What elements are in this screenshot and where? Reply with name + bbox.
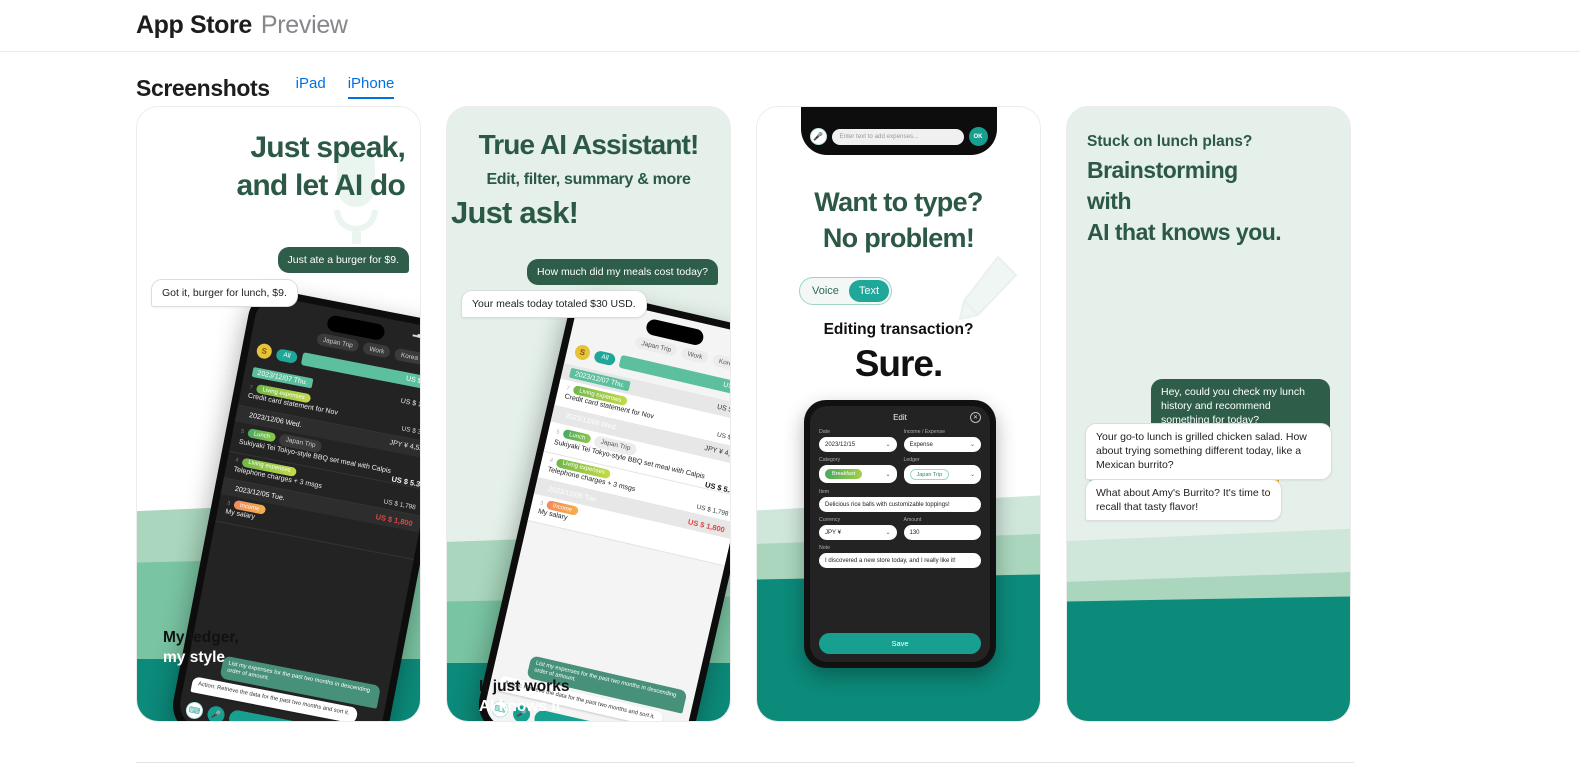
toggle-option-text[interactable]: Text	[848, 280, 890, 302]
screenshot-card-2[interactable]: True AI Assistant! Edit, filter, summary…	[446, 106, 731, 722]
filter-all-chip[interactable]: All	[593, 349, 617, 366]
chat-bubble-assistant: Got it, burger for lunch, $9.	[151, 279, 298, 308]
field-label-note: Note	[819, 545, 830, 551]
expense-text-input[interactable]: Enter text to add expenses...	[831, 128, 964, 145]
field-date[interactable]: 2023/12/15 ⌄	[819, 437, 897, 452]
card1-footer: My ledger, my style	[163, 629, 239, 667]
pencil-icon	[958, 255, 1018, 321]
field-label-income-expense: Income / Expense	[903, 429, 946, 435]
tab-ipad[interactable]: iPad	[296, 75, 326, 99]
card3-big-word: Sure.	[854, 343, 944, 384]
category-chip: Breakfast	[825, 469, 863, 479]
wave-dark	[1067, 596, 1350, 721]
field-label-category: Category	[819, 457, 841, 463]
close-icon[interactable]: ✕	[970, 412, 981, 423]
field-currency[interactable]: JPY ¥ ⌄	[819, 525, 897, 540]
chevron-down-icon: ⌄	[885, 471, 891, 478]
section-divider	[136, 762, 1354, 763]
card2-headline-3: Just ask!	[451, 195, 579, 230]
screenshot-card-3[interactable]: 🎤 Enter text to add expenses... OK Want …	[756, 106, 1041, 722]
account-avatar[interactable]: S	[573, 343, 592, 362]
keyboard-icon[interactable]: ⌨	[184, 700, 205, 720]
card2-headline-1: True AI Assistant!	[478, 129, 700, 160]
card3-subheadline: Editing transaction?	[823, 321, 974, 338]
card3-headline: Want to type? No problem!	[814, 187, 983, 253]
mic-icon[interactable]: 🎤	[206, 704, 227, 721]
phone-mockup-top: 🎤 Enter text to add expenses... OK	[800, 107, 997, 155]
card4-headline-big: Brainstorming with AI that knows you.	[1087, 157, 1282, 246]
phone-mockup-light: ▂▄▆ ◤ ▭ Japan Trip Work Korea Trip S All…	[472, 286, 730, 721]
preview-label: Preview	[260, 11, 348, 39]
screenshot-card-4[interactable]: Stuck on lunch plans? Brainstorming with…	[1066, 106, 1351, 722]
chat-bubble-user: Just ate a burger for $9.	[277, 247, 409, 274]
chevron-down-icon: ⌄	[969, 442, 975, 448]
toggle-option-voice[interactable]: Voice	[802, 280, 849, 302]
card2-footer: It just works AI knows it	[479, 678, 570, 716]
field-label-currency: Currency	[819, 517, 841, 523]
tag-chip[interactable]: Work	[680, 346, 710, 365]
tag-chip[interactable]: Korea Trip	[393, 347, 420, 368]
field-category[interactable]: Breakfast ⌄	[819, 465, 897, 483]
chat-bubble-assistant: What about Amy's Burrito? It's time to r…	[1085, 479, 1282, 522]
filter-all-chip[interactable]: All	[275, 347, 299, 364]
field-item[interactable]: Delicious rice balls with customizable t…	[819, 497, 981, 512]
chevron-down-icon: ⌄	[885, 530, 891, 536]
device-tabs: iPad iPhone	[296, 75, 395, 100]
screenshots-section-bar: Screenshots iPad iPhone	[0, 52, 1580, 100]
chat-bubble-assistant: Your meals today totaled $30 USD.	[461, 290, 647, 319]
field-label-date: Date	[819, 429, 830, 435]
chat-bubble-user: How much did my meals cost today?	[527, 259, 718, 286]
save-button[interactable]: Save	[819, 633, 981, 654]
field-amount[interactable]: 130	[903, 525, 981, 540]
account-avatar[interactable]: S	[255, 342, 274, 360]
chevron-down-icon: ⌄	[969, 472, 975, 478]
chat-bubble-assistant: Your go-to lunch is grilled chicken sala…	[1085, 423, 1332, 480]
app-store-title: App Store	[136, 11, 252, 39]
signal-icon: ▂▄▆	[412, 330, 420, 340]
screenshot-card-1[interactable]: Just speak, and let AI do Just ate a bur…	[136, 106, 421, 722]
mic-icon[interactable]: 🎤	[809, 128, 827, 145]
tab-iphone[interactable]: iPhone	[347, 75, 395, 99]
screenshot-gallery: Just speak, and let AI do Just ate a bur…	[136, 106, 1351, 722]
card4-headline-small: Stuck on lunch plans?	[1087, 133, 1253, 150]
field-label-amount: Amount	[903, 517, 922, 523]
tag-chip[interactable]: Japan Trip	[316, 332, 360, 353]
tag-chip[interactable]: Korea Trip	[711, 353, 730, 375]
field-label-ledger: Ledger	[903, 457, 920, 463]
ok-button[interactable]: OK	[968, 127, 988, 146]
tag-chip[interactable]: Work	[362, 341, 392, 359]
edit-form-title: Edit	[893, 413, 907, 422]
field-income-expense[interactable]: Expense ⌄	[903, 437, 981, 452]
chevron-down-icon: ⌄	[885, 442, 891, 448]
status-bar: ▂▄▆ ◤ ▭	[412, 330, 420, 343]
field-ledger[interactable]: Japan Trip ⌄	[903, 465, 981, 484]
page-title: Screenshots	[136, 75, 270, 101]
field-label-item: Item	[819, 489, 830, 495]
ledger-chip: Japan Trip	[909, 469, 950, 480]
card1-headline: Just speak, and let AI do	[236, 131, 406, 203]
field-note[interactable]: I discovered a new store today, and I re…	[819, 553, 981, 568]
phone-mockup-edit: Edit ✕ Date 2023/12/15 ⌄ Income / Expens…	[804, 400, 996, 668]
app-store-header: App Store Preview	[0, 0, 1580, 52]
card2-headline-2: Edit, filter, summary & more	[486, 171, 691, 188]
voice-text-toggle[interactable]: Voice Text	[799, 277, 893, 305]
